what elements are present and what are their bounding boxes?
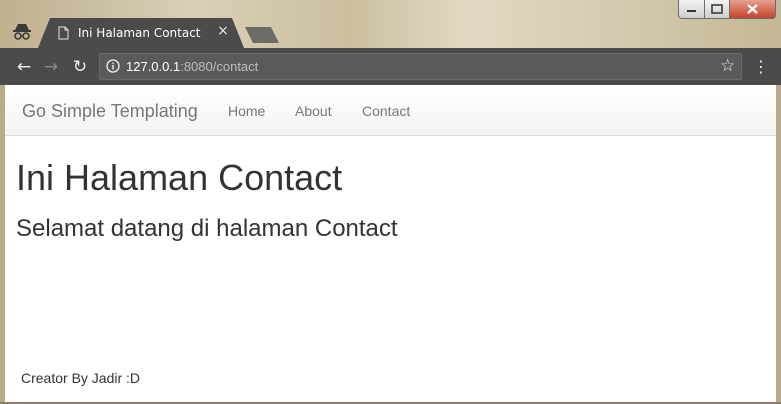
document-icon bbox=[58, 26, 69, 40]
nav-link-contact[interactable]: Contact bbox=[362, 103, 410, 119]
page-viewport: Go Simple Templating Home About Contact … bbox=[5, 85, 776, 402]
url-path: :8080/contact bbox=[180, 59, 259, 74]
page-title: Ini Halaman Contact bbox=[16, 157, 343, 198]
new-tab-button[interactable] bbox=[245, 27, 279, 43]
address-bar[interactable]: 127.0.0.1:8080/contact ☆ bbox=[99, 53, 742, 80]
tab-active[interactable]: Ini Halaman Contact × bbox=[38, 18, 244, 48]
footer-text: Creator By Jadir :D bbox=[21, 370, 141, 386]
restore-icon bbox=[711, 4, 723, 14]
navbar-brand[interactable]: Go Simple Templating bbox=[22, 101, 198, 122]
minimize-button[interactable] bbox=[678, 0, 705, 19]
tab-close-icon[interactable]: × bbox=[216, 24, 230, 38]
tab-title: Ini Halaman Contact bbox=[78, 26, 201, 40]
browser-toolbar: ← → ↻ 127.0.0.1:8080/contact ☆ ⋮ bbox=[0, 48, 781, 85]
info-icon[interactable] bbox=[106, 59, 120, 73]
star-icon[interactable]: ☆ bbox=[720, 56, 735, 76]
arrow-right-icon[interactable]: → bbox=[41, 57, 61, 77]
window-frame-right bbox=[776, 85, 781, 404]
nav-link-about[interactable]: About bbox=[295, 103, 332, 119]
close-icon bbox=[747, 4, 758, 14]
kebab-menu-icon[interactable]: ⋮ bbox=[753, 57, 769, 77]
tab-strip: Ini Halaman Contact × bbox=[0, 0, 781, 48]
incognito-icon bbox=[13, 24, 31, 40]
url-host: 127.0.0.1 bbox=[126, 59, 181, 74]
minimize-icon bbox=[687, 10, 696, 12]
window-controls bbox=[678, 0, 781, 20]
close-window-button[interactable] bbox=[729, 0, 776, 19]
maximize-button[interactable] bbox=[704, 0, 730, 19]
reload-icon[interactable]: ↻ bbox=[70, 57, 90, 77]
url-text[interactable]: 127.0.0.1:8080/contact bbox=[126, 59, 258, 74]
arrow-left-icon[interactable]: ← bbox=[14, 57, 34, 77]
navbar: Go Simple Templating Home About Contact bbox=[5, 85, 776, 136]
nav-link-home[interactable]: Home bbox=[228, 103, 265, 119]
page-subtitle: Selamat datang di halaman Contact bbox=[16, 215, 398, 242]
